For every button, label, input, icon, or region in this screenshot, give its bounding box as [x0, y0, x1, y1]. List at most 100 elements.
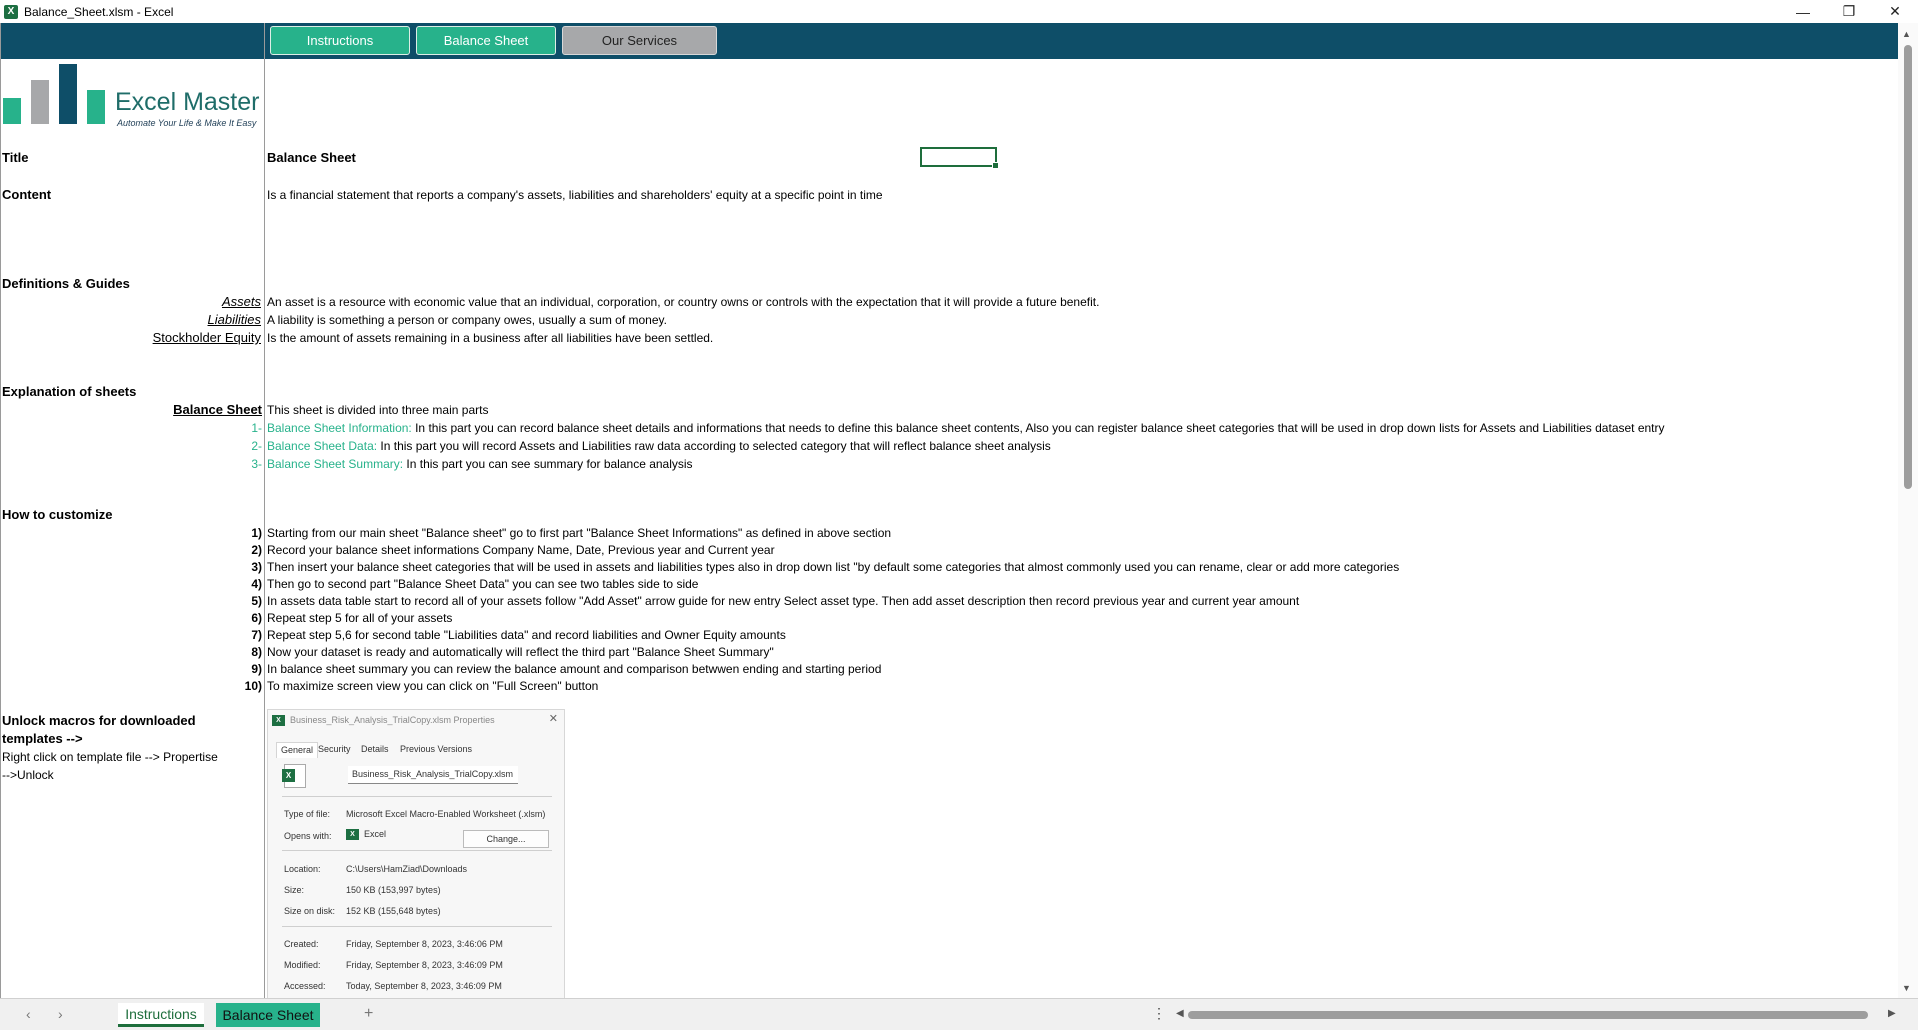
step-text: In balance sheet summary you can review … — [267, 662, 882, 676]
location-label: Location: — [284, 864, 321, 874]
scroll-left-icon[interactable]: ◀ — [1176, 1008, 1184, 1019]
window-controls: — ❐ ✕ — [1780, 0, 1918, 23]
explanation-sheet-name[interactable]: Balance Sheet — [0, 402, 262, 418]
definitions-heading: Definitions & Guides — [2, 276, 130, 291]
window-titlebar: X Balance_Sheet.xlsm - Excel — ❐ ✕ — [0, 0, 1918, 23]
logo-bar-navy — [59, 64, 77, 124]
excel-app-icon: X — [4, 4, 18, 19]
part-name: Balance Sheet Data: — [267, 439, 378, 453]
scroll-down-icon[interactable]: ▼ — [1902, 983, 1911, 993]
excel-file-icon: X — [272, 715, 285, 727]
sheet-tab-balance-sheet[interactable]: Balance Sheet — [216, 1003, 320, 1027]
sheet-tab-bar: ‹ › Instructions Balance Sheet + ⋮ ◀ ▶ — [0, 998, 1918, 1030]
explanation-sheet-desc: This sheet is divided into three main pa… — [267, 403, 489, 417]
dialog-tab-general: General — [276, 742, 319, 758]
worksheet-area[interactable]: Instructions Balance Sheet Our Services … — [0, 23, 1898, 998]
unlock-instructions-line1: Right click on template file --> Propert… — [2, 750, 218, 764]
size-value: 150 KB (153,997 bytes) — [346, 885, 441, 895]
part-name: Balance Sheet Summary: — [267, 457, 404, 471]
dialog-divider — [282, 926, 552, 927]
size-on-disk-label: Size on disk: — [284, 906, 336, 916]
part-row: Balance Sheet Information: In this part … — [267, 420, 1665, 436]
step-text: Record your balance sheet informations C… — [267, 543, 775, 557]
definition-text-liabilities: A liability is something a person or com… — [267, 313, 667, 327]
created-value: Friday, September 8, 2023, 3:46:06 PM — [346, 939, 503, 949]
restore-icon[interactable]: ❐ — [1826, 0, 1872, 23]
opens-with-label: Opens with: — [284, 831, 332, 841]
part-number: 3- — [251, 457, 262, 471]
definition-text-assets: An asset is a resource with economic val… — [267, 295, 1100, 309]
more-options-icon[interactable]: ⋮ — [1152, 1005, 1166, 1022]
close-icon[interactable]: ✕ — [1872, 0, 1918, 23]
step-number: 6) — [251, 611, 262, 625]
step-text: Then insert your balance sheet categorie… — [267, 560, 1400, 574]
accessed-value: Today, September 8, 2023, 3:46:09 PM — [346, 981, 502, 991]
logo-tagline: Automate Your Life & Make It Easy — [117, 118, 257, 128]
definition-term-stockholder-equity[interactable]: Stockholder Equity — [0, 330, 261, 346]
previous-sheet-icon[interactable]: ‹ — [26, 1006, 31, 1022]
definition-text-stockholder-equity: Is the amount of assets remaining in a b… — [267, 331, 714, 345]
scroll-right-icon[interactable]: ▶ — [1888, 1008, 1896, 1019]
vertical-scrollbar[interactable]: ▲ ▼ — [1898, 23, 1918, 998]
dialog-divider — [282, 796, 552, 797]
step-number: 1) — [251, 526, 262, 540]
left-border — [0, 23, 1, 998]
title-label: Title — [2, 150, 29, 165]
step-text: Repeat step 5,6 for second table "Liabil… — [267, 628, 786, 642]
location-value: C:\Users\HamZiad\Downloads — [346, 864, 468, 874]
part-number: 1- — [251, 421, 262, 435]
step-text: Repeat step 5 for all of your assets — [267, 611, 453, 625]
logo-bar-green-2 — [87, 90, 105, 124]
size-label: Size: — [284, 885, 305, 895]
logo-bar-green — [3, 98, 21, 124]
scroll-up-icon[interactable]: ▲ — [1902, 29, 1911, 39]
dialog-title-row: X Business_Risk_Analysis_TrialCopy.xlsm P… — [272, 715, 495, 727]
part-name: Balance Sheet Information: — [267, 421, 412, 435]
explanation-heading: Explanation of sheets — [2, 384, 137, 399]
step-number: 10) — [244, 679, 262, 693]
step-text: To maximize screen view you can click on… — [267, 679, 599, 693]
column-divider — [264, 23, 265, 998]
content-value: Is a financial statement that reports a … — [267, 188, 883, 202]
step-number: 4) — [251, 577, 262, 591]
horizontal-scrollbar[interactable]: ◀ ▶ — [1174, 1008, 1902, 1022]
step-text: Then go to second part "Balance Sheet Da… — [267, 577, 699, 591]
part-text: In this part you can see summary for bal… — [403, 457, 693, 471]
dialog-divider — [282, 850, 552, 851]
step-number: 3) — [251, 560, 262, 574]
step-text: In assets data table start to record all… — [267, 594, 1300, 608]
step-text: Starting from our main sheet "Balance sh… — [267, 526, 892, 540]
unlock-instructions-line2: -->Unlock — [2, 768, 54, 782]
sheet-tab-instructions[interactable]: Instructions — [118, 1003, 204, 1027]
logo-bar-grey — [31, 80, 49, 124]
step-number: 9) — [251, 662, 262, 676]
part-row: Balance Sheet Summary: In this part you … — [267, 456, 693, 472]
opens-with-value: Excel — [364, 829, 387, 839]
dialog-tab-previous-versions: Previous Versions — [400, 744, 473, 754]
instructions-nav-button[interactable]: Instructions — [270, 26, 410, 55]
vertical-scroll-thumb[interactable] — [1904, 45, 1912, 489]
dialog-close-icon: ✕ — [548, 713, 558, 725]
modified-value: Friday, September 8, 2023, 3:46:09 PM — [346, 960, 503, 970]
opens-with-row: X Excel — [346, 829, 387, 841]
content-label: Content — [2, 187, 52, 202]
definition-term-liabilities[interactable]: Liabilities — [0, 312, 261, 328]
our-services-nav-button[interactable]: Our Services — [562, 26, 717, 55]
minimize-icon[interactable]: — — [1780, 0, 1826, 23]
definition-term-assets[interactable]: Assets — [0, 294, 261, 310]
unlock-heading-line2: templates --> — [2, 731, 83, 746]
excel-icon: X — [346, 829, 359, 841]
accessed-label: Accessed: — [284, 981, 326, 991]
horizontal-scroll-thumb[interactable] — [1188, 1011, 1868, 1019]
next-sheet-icon[interactable]: › — [58, 1006, 63, 1022]
selected-cell[interactable] — [920, 147, 999, 169]
part-row: Balance Sheet Data: In this part you wil… — [267, 438, 1051, 454]
step-number: 8) — [251, 645, 262, 659]
part-text: In this part you can record balance shee… — [411, 421, 1665, 435]
balance-sheet-nav-button[interactable]: Balance Sheet — [416, 26, 556, 55]
logo-name: Excel Master — [115, 88, 260, 116]
add-sheet-icon[interactable]: + — [364, 1005, 373, 1023]
step-text: Now your dataset is ready and automatica… — [267, 645, 774, 659]
size-on-disk-value: 152 KB (155,648 bytes) — [346, 906, 441, 916]
customize-heading: How to customize — [2, 507, 113, 522]
